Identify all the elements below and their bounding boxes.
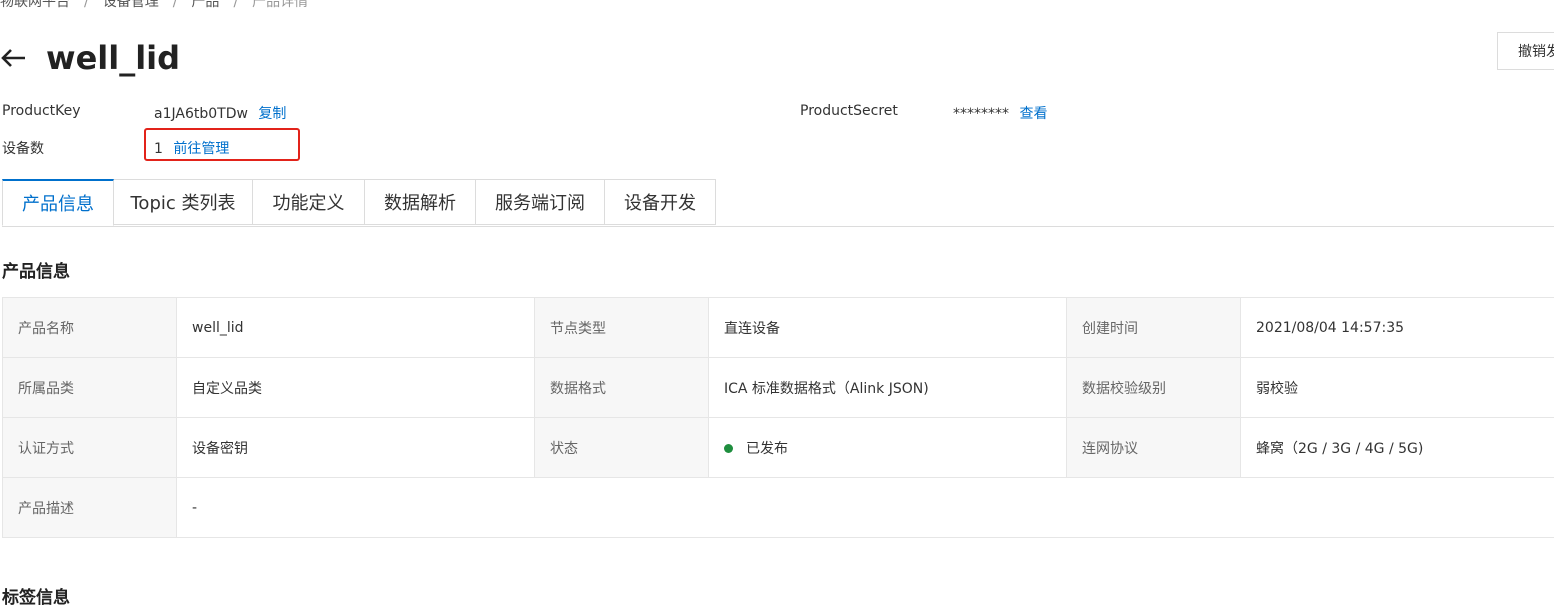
status-cell: 已发布 xyxy=(708,417,1067,478)
node-type-value: 直连设备 xyxy=(708,297,1067,358)
breadcrumb: 物联网平台 / 设备管理 / 产品 / 产品详情 xyxy=(0,0,308,11)
tab-device-development[interactable]: 设备开发 xyxy=(605,179,716,225)
arrow-left-icon[interactable] xyxy=(0,38,34,78)
product-key-value: a1JA6tb0TDw xyxy=(154,106,248,122)
tab-bar: 产品信息 Topic 类列表 功能定义 数据解析 服务端订阅 设备开发 xyxy=(2,179,1554,227)
product-name-value: well_lid xyxy=(176,297,535,358)
network-protocol-value: 蜂窝（2G / 3G / 4G / 5G) xyxy=(1240,417,1554,478)
product-name-key: 产品名称 xyxy=(2,297,177,358)
description-value: - xyxy=(176,477,1554,538)
table-row: 产品描述 - xyxy=(2,477,1554,538)
breadcrumb-separator: / xyxy=(233,0,239,10)
table-row: 认证方式 设备密钥 状态 已发布 连网协议 蜂窝（2G / 3G / 4G / … xyxy=(2,417,1554,478)
product-secret-label: ProductSecret xyxy=(800,103,898,119)
table-row: 所属品类 自定义品类 数据格式 ICA 标准数据格式（Alink JSON) 数… xyxy=(2,357,1554,418)
created-time-key: 创建时间 xyxy=(1066,297,1241,358)
node-type-key: 节点类型 xyxy=(534,297,709,358)
revoke-publish-button[interactable]: 撤销发 xyxy=(1497,32,1554,70)
page-header: well_lid xyxy=(0,38,180,78)
auth-method-key: 认证方式 xyxy=(2,417,177,478)
status-dot-icon xyxy=(724,444,733,453)
category-key: 所属品类 xyxy=(2,357,177,418)
table-row: 产品名称 well_lid 节点类型 直连设备 创建时间 2021/08/04 … xyxy=(2,297,1554,358)
tab-data-parsing[interactable]: 数据解析 xyxy=(365,179,476,225)
breadcrumb-device-management[interactable]: 设备管理 xyxy=(103,0,159,10)
category-value: 自定义品类 xyxy=(176,357,535,418)
product-secret-value: ******** xyxy=(953,106,1009,122)
copy-link[interactable]: 复制 xyxy=(258,106,286,122)
breadcrumb-product[interactable]: 产品 xyxy=(191,0,219,10)
status-key: 状态 xyxy=(534,417,709,478)
tab-function-definition[interactable]: 功能定义 xyxy=(253,179,365,225)
description-key: 产品描述 xyxy=(2,477,177,538)
data-format-value: ICA 标准数据格式（Alink JSON) xyxy=(708,357,1067,418)
created-time-value: 2021/08/04 14:57:35 xyxy=(1240,297,1554,358)
view-secret-link[interactable]: 查看 xyxy=(1019,106,1047,122)
breadcrumb-iot-platform[interactable]: 物联网平台 xyxy=(0,0,70,10)
highlight-box xyxy=(144,128,300,161)
network-protocol-key: 连网协议 xyxy=(1066,417,1241,478)
status-value: 已发布 xyxy=(746,440,788,457)
validation-level-key: 数据校验级别 xyxy=(1066,357,1241,418)
tab-product-info[interactable]: 产品信息 xyxy=(2,179,114,226)
product-info-table: 产品名称 well_lid 节点类型 直连设备 创建时间 2021/08/04 … xyxy=(2,297,1554,538)
device-count-label: 设备数 xyxy=(2,141,44,157)
breadcrumb-separator: / xyxy=(84,0,89,10)
product-info-section-title: 产品信息 xyxy=(2,262,70,282)
product-key-label: ProductKey xyxy=(2,103,81,119)
tag-info-section-title: 标签信息 xyxy=(2,588,70,608)
breadcrumb-current: 产品详情 xyxy=(252,0,309,10)
breadcrumb-separator: / xyxy=(172,0,178,10)
data-format-key: 数据格式 xyxy=(534,357,709,418)
tab-server-subscription[interactable]: 服务端订阅 xyxy=(476,179,605,225)
validation-level-value: 弱校验 xyxy=(1240,357,1554,418)
tab-topic-list[interactable]: Topic 类列表 xyxy=(114,179,253,225)
auth-method-value: 设备密钥 xyxy=(176,417,535,478)
page-title: well_lid xyxy=(46,39,181,77)
